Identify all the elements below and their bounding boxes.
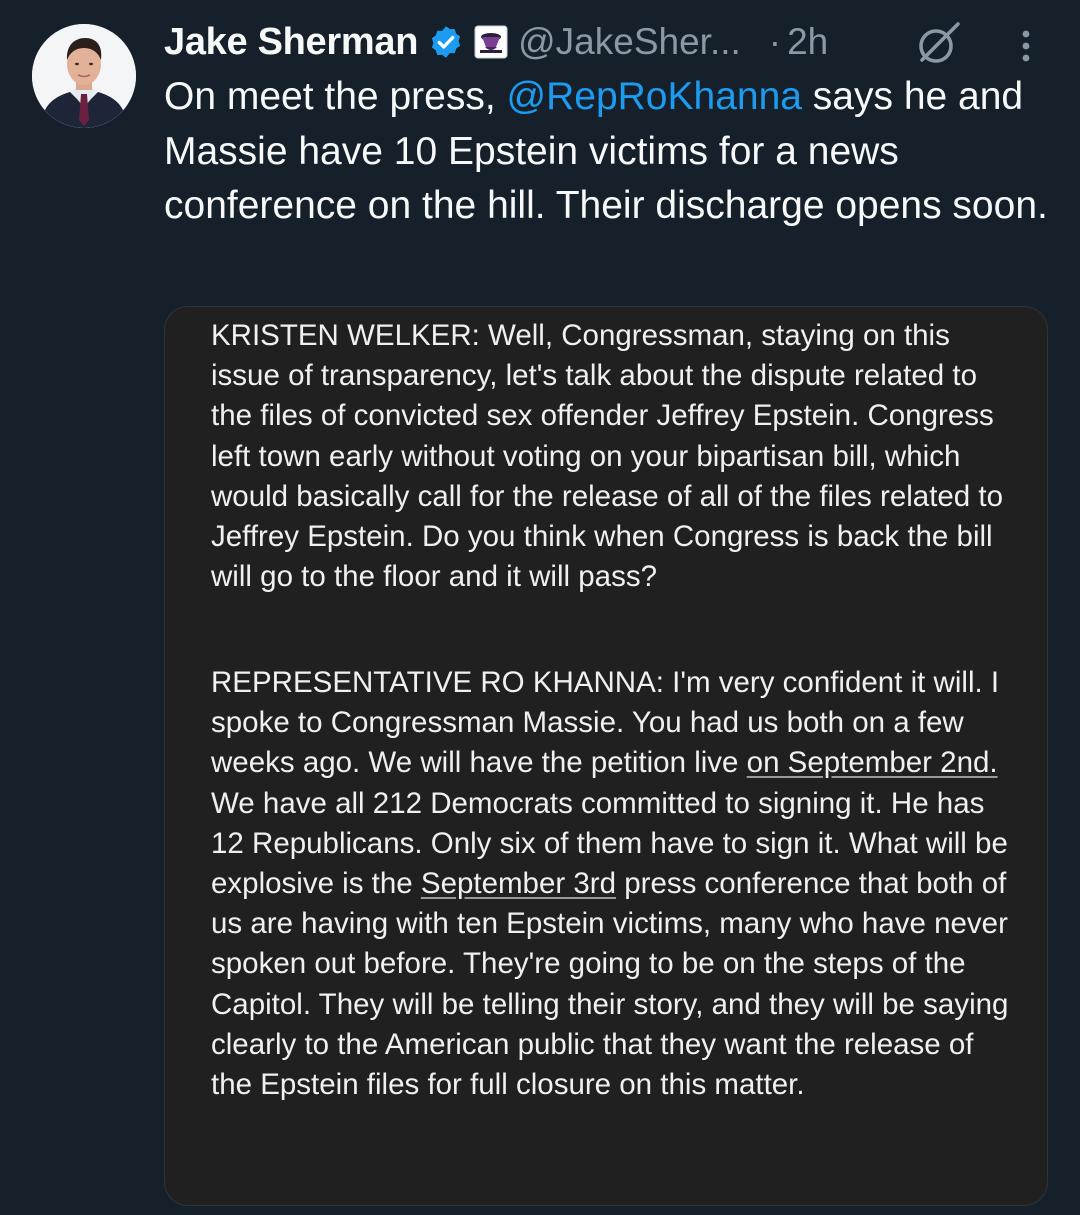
date-link-september-2: on September 2nd. [746, 746, 998, 780]
attached-image[interactable]: KRISTEN WELKER: Well, Congressman, stayi… [164, 306, 1048, 1206]
author-name[interactable]: Jake Sherman [164, 21, 418, 64]
author-handle[interactable]: @JakeSher... [518, 21, 741, 63]
avatar-image [32, 24, 136, 128]
more-options-icon[interactable] [1004, 24, 1048, 68]
khanna-text-3: press conference that both of us are hav… [211, 867, 1009, 1102]
date-link-september-3: September 3rd [420, 867, 617, 901]
separator-dot: · [768, 21, 782, 62]
mention-link[interactable]: @RepRoKhanna [507, 75, 802, 118]
avatar[interactable] [32, 24, 136, 128]
tweet-header: Jake Sherman @JakeSher... · 2h [164, 18, 828, 66]
verified-badge-icon[interactable] [428, 24, 464, 60]
tweet-text-start: On meet the press, [164, 75, 507, 118]
timestamp[interactable]: 2h [787, 21, 828, 63]
tweet-card[interactable]: Jake Sherman @JakeSher... · 2h On meet t… [0, 0, 1080, 1215]
transcript-paragraph-welker: KRISTEN WELKER: Well, Congressman, stayi… [211, 319, 1004, 594]
transcript-paragraph-khanna: REPRESENTATIVE RO KHANNA: I'm very confi… [211, 663, 1011, 1105]
tweet-text: On meet the press, @RepRoKhanna says he … [164, 70, 1064, 234]
grok-icon[interactable] [912, 16, 964, 68]
affiliate-badge-icon[interactable] [474, 25, 508, 59]
